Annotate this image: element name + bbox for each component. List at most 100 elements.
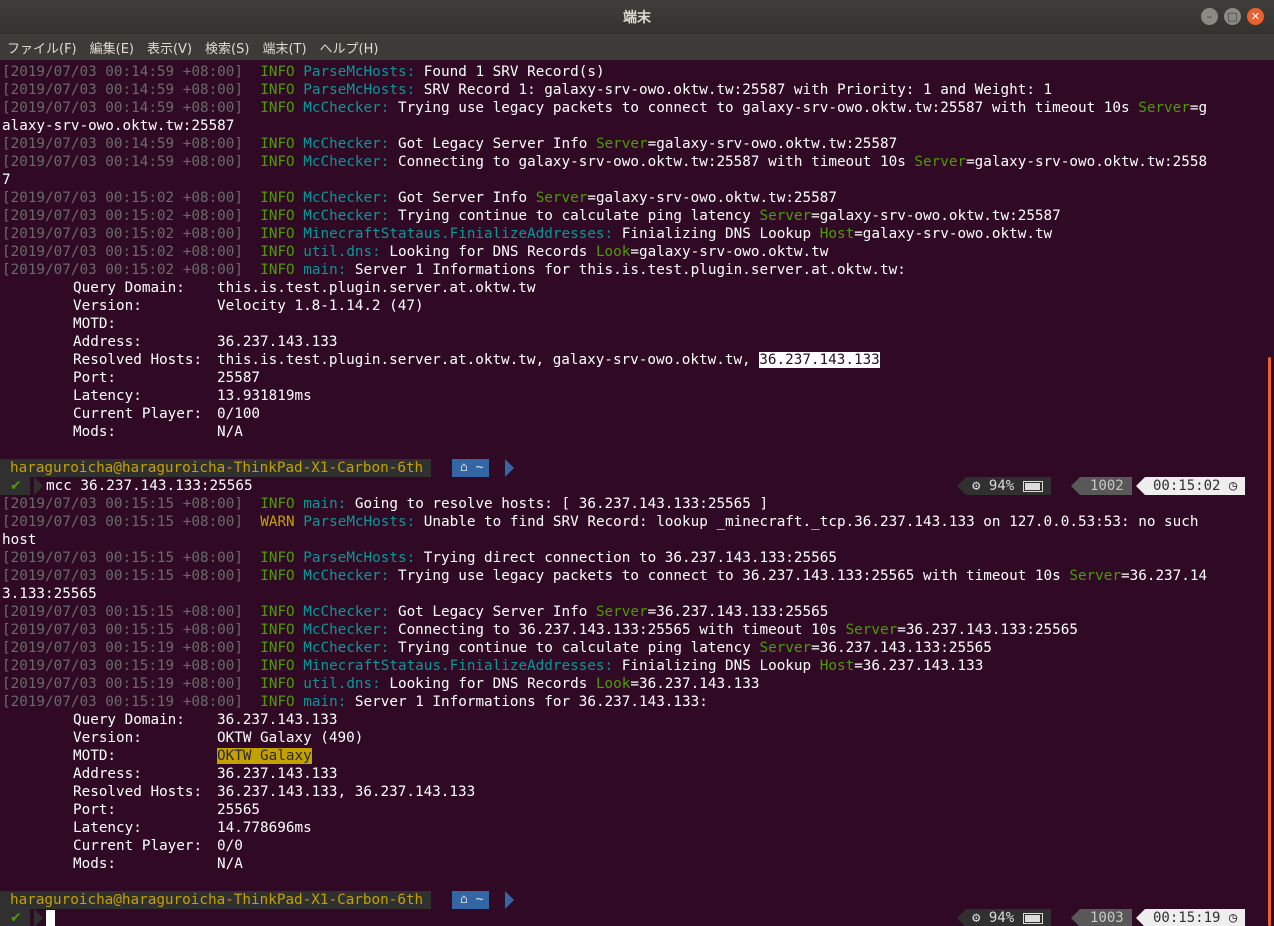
info-line: Resolved Hosts: this.is.test.plugin.serve… bbox=[73, 351, 880, 369]
log-field-value: =36.237.143.133 bbox=[854, 658, 984, 674]
log-level: INFO bbox=[260, 244, 295, 260]
menu-edit[interactable]: 編集(E) bbox=[83, 38, 140, 57]
log-continuation: alaxy-srv-owo.oktw.tw:25587 bbox=[2, 118, 235, 134]
log-timestamp: [2019/07/03 00:15:02 +08:00] bbox=[2, 226, 244, 242]
status-ok-icon: ✔ bbox=[0, 909, 30, 926]
log-message: Connecting to galaxy-srv-owo.oktw.tw:255… bbox=[389, 154, 915, 170]
info-line: Version: Velocity 1.8-1.14.2 (47) bbox=[73, 297, 424, 315]
info-line: Resolved Hosts: 36.237.143.133, 36.237.14… bbox=[73, 783, 475, 801]
log-message: Trying continue to calculate ping latenc… bbox=[389, 208, 760, 224]
prompt-separator bbox=[34, 909, 43, 926]
menu-bar: ファイル(F) 編集(E) 表示(V) 検索(S) 端末(T) ヘルプ(H) bbox=[0, 34, 1274, 60]
log-timestamp: [2019/07/03 00:14:59 +08:00] bbox=[2, 100, 244, 116]
log-level: INFO bbox=[260, 658, 295, 674]
info-label: Current Player: bbox=[73, 838, 203, 854]
menu-terminal[interactable]: 端末(T) bbox=[255, 38, 312, 57]
menu-help[interactable]: ヘルプ(H) bbox=[313, 38, 385, 57]
system-status: ⚙ 94% bbox=[966, 477, 1051, 495]
minimize-button[interactable]: – bbox=[1201, 8, 1218, 25]
info-line: Current Player: 0/100 bbox=[73, 405, 260, 423]
log-field-value: =36.237.143.133:25565 bbox=[897, 622, 1078, 638]
info-label: Resolved Hosts: bbox=[73, 784, 203, 800]
log-module: McChecker: bbox=[303, 100, 390, 116]
title-bar[interactable]: 端末 – □ ✕ bbox=[0, 0, 1274, 34]
menu-view[interactable]: 表示(V) bbox=[140, 38, 198, 57]
info-label: Address: bbox=[73, 766, 142, 782]
log-continuation: 7 bbox=[2, 172, 11, 188]
log-message: Trying use legacy packets to connect to … bbox=[389, 100, 1139, 116]
scrollbar[interactable] bbox=[1268, 357, 1271, 926]
maximize-button[interactable]: □ bbox=[1224, 8, 1241, 25]
prompt-user: haraguroicha@haraguroicha-ThinkPad-X1-Ca… bbox=[0, 891, 432, 909]
close-button[interactable]: ✕ bbox=[1247, 8, 1264, 25]
log-line: [2019/07/03 00:14:59 +08:00] INFO McChec… bbox=[2, 135, 897, 153]
info-value: 25565 bbox=[217, 802, 261, 818]
info-label: Mods: bbox=[73, 856, 117, 872]
log-timestamp: [2019/07/03 00:15:19 +08:00] bbox=[2, 694, 244, 710]
clock-time-label: 00:15:19 bbox=[1153, 910, 1221, 926]
log-field-key: Server bbox=[535, 190, 588, 206]
text-cursor[interactable] bbox=[46, 910, 55, 926]
info-label: Query Domain: bbox=[73, 712, 185, 728]
log-module: McChecker: bbox=[303, 640, 390, 656]
log-timestamp: [2019/07/03 00:14:59 +08:00] bbox=[2, 154, 244, 170]
log-field-key: Look bbox=[595, 244, 631, 260]
info-line: Latency: 14.778696ms bbox=[73, 819, 312, 837]
info-value: 14.778696ms bbox=[217, 820, 312, 836]
log-line: [2019/07/03 00:15:15 +08:00] INFO ParseM… bbox=[2, 549, 837, 567]
log-field-value: =galaxy-srv-owo.oktw.tw:25587 bbox=[811, 208, 1061, 224]
clock-time-label: 00:15:02 bbox=[1153, 478, 1221, 494]
log-level: INFO bbox=[260, 622, 295, 638]
log-level: INFO bbox=[260, 640, 295, 656]
log-field-value: =galaxy-srv-owo.oktw.tw:25587 bbox=[647, 136, 898, 152]
log-level: INFO bbox=[260, 694, 295, 710]
history-number: 1003 bbox=[1080, 909, 1132, 926]
log-level: INFO bbox=[260, 154, 295, 170]
status-separator bbox=[1071, 477, 1080, 495]
log-message: Trying direct connection to 36.237.143.1… bbox=[415, 550, 837, 566]
info-value: Velocity 1.8-1.14.2 (47) bbox=[217, 298, 424, 314]
info-value: N/A bbox=[217, 424, 243, 440]
log-module: MinecraftStataus.FinializeAddresses: bbox=[303, 658, 614, 674]
info-label: Address: bbox=[73, 334, 142, 350]
info-line: Query Domain: 36.237.143.133 bbox=[73, 711, 338, 729]
log-level: INFO bbox=[260, 262, 295, 278]
log-field-value: =g bbox=[1189, 100, 1208, 116]
info-label: MOTD: bbox=[73, 748, 117, 764]
log-line: [2019/07/03 00:15:15 +08:00] INFO main: … bbox=[2, 495, 768, 513]
highlighted-text: OKTW Galaxy bbox=[217, 748, 312, 764]
battery-fill bbox=[1024, 482, 1040, 490]
menu-search[interactable]: 検索(S) bbox=[198, 38, 255, 57]
log-field-key: Look bbox=[595, 676, 631, 692]
log-timestamp: [2019/07/03 00:15:15 +08:00] bbox=[2, 604, 244, 620]
info-line: Address: 36.237.143.133 bbox=[73, 333, 338, 351]
log-line: alaxy-srv-owo.oktw.tw:25587 bbox=[2, 117, 234, 135]
info-line: Query Domain: this.is.test.plugin.server.… bbox=[73, 279, 535, 297]
log-line: [2019/07/03 00:14:59 +08:00] INFO McChec… bbox=[2, 153, 1207, 171]
log-field-value: =36.237.14 bbox=[1121, 568, 1208, 584]
log-message: Got Legacy Server Info bbox=[389, 604, 596, 620]
terminal-output[interactable]: [2019/07/03 00:14:59 +08:00] INFO ParseM… bbox=[0, 60, 1274, 926]
log-field-key: Server bbox=[595, 604, 648, 620]
log-level: INFO bbox=[260, 496, 295, 512]
log-line: 3.133:25565 bbox=[2, 585, 97, 603]
log-module: main: bbox=[303, 262, 347, 278]
info-label: Version: bbox=[73, 298, 142, 314]
home-icon: ⌂ bbox=[460, 460, 476, 475]
log-field-value: =galaxy-srv-owo.oktw.tw:25587 bbox=[587, 190, 837, 206]
log-line: [2019/07/03 00:15:02 +08:00] INFO main: … bbox=[2, 261, 906, 279]
info-value: 36.237.143.133, 36.237.143.133 bbox=[217, 784, 476, 800]
log-line: [2019/07/03 00:15:15 +08:00] INFO McChec… bbox=[2, 621, 1078, 639]
log-module: McChecker: bbox=[303, 208, 390, 224]
log-line: [2019/07/03 00:15:02 +08:00] INFO util.d… bbox=[2, 243, 828, 261]
log-line: [2019/07/03 00:15:02 +08:00] INFO McChec… bbox=[2, 207, 1061, 225]
log-message: Unable to find SRV Record: lookup _minec… bbox=[415, 514, 1199, 530]
log-module: McChecker: bbox=[303, 136, 390, 152]
log-continuation: host bbox=[2, 532, 37, 548]
prompt-separator bbox=[505, 891, 514, 909]
log-line: [2019/07/03 00:14:59 +08:00] INFO ParseM… bbox=[2, 81, 1052, 99]
log-field-value: =36.237.143.133 bbox=[630, 676, 760, 692]
terminal-window: 端末 – □ ✕ ファイル(F) 編集(E) 表示(V) 検索(S) 端末(T)… bbox=[0, 0, 1274, 926]
menu-file[interactable]: ファイル(F) bbox=[0, 38, 83, 57]
log-module: main: bbox=[303, 496, 347, 512]
